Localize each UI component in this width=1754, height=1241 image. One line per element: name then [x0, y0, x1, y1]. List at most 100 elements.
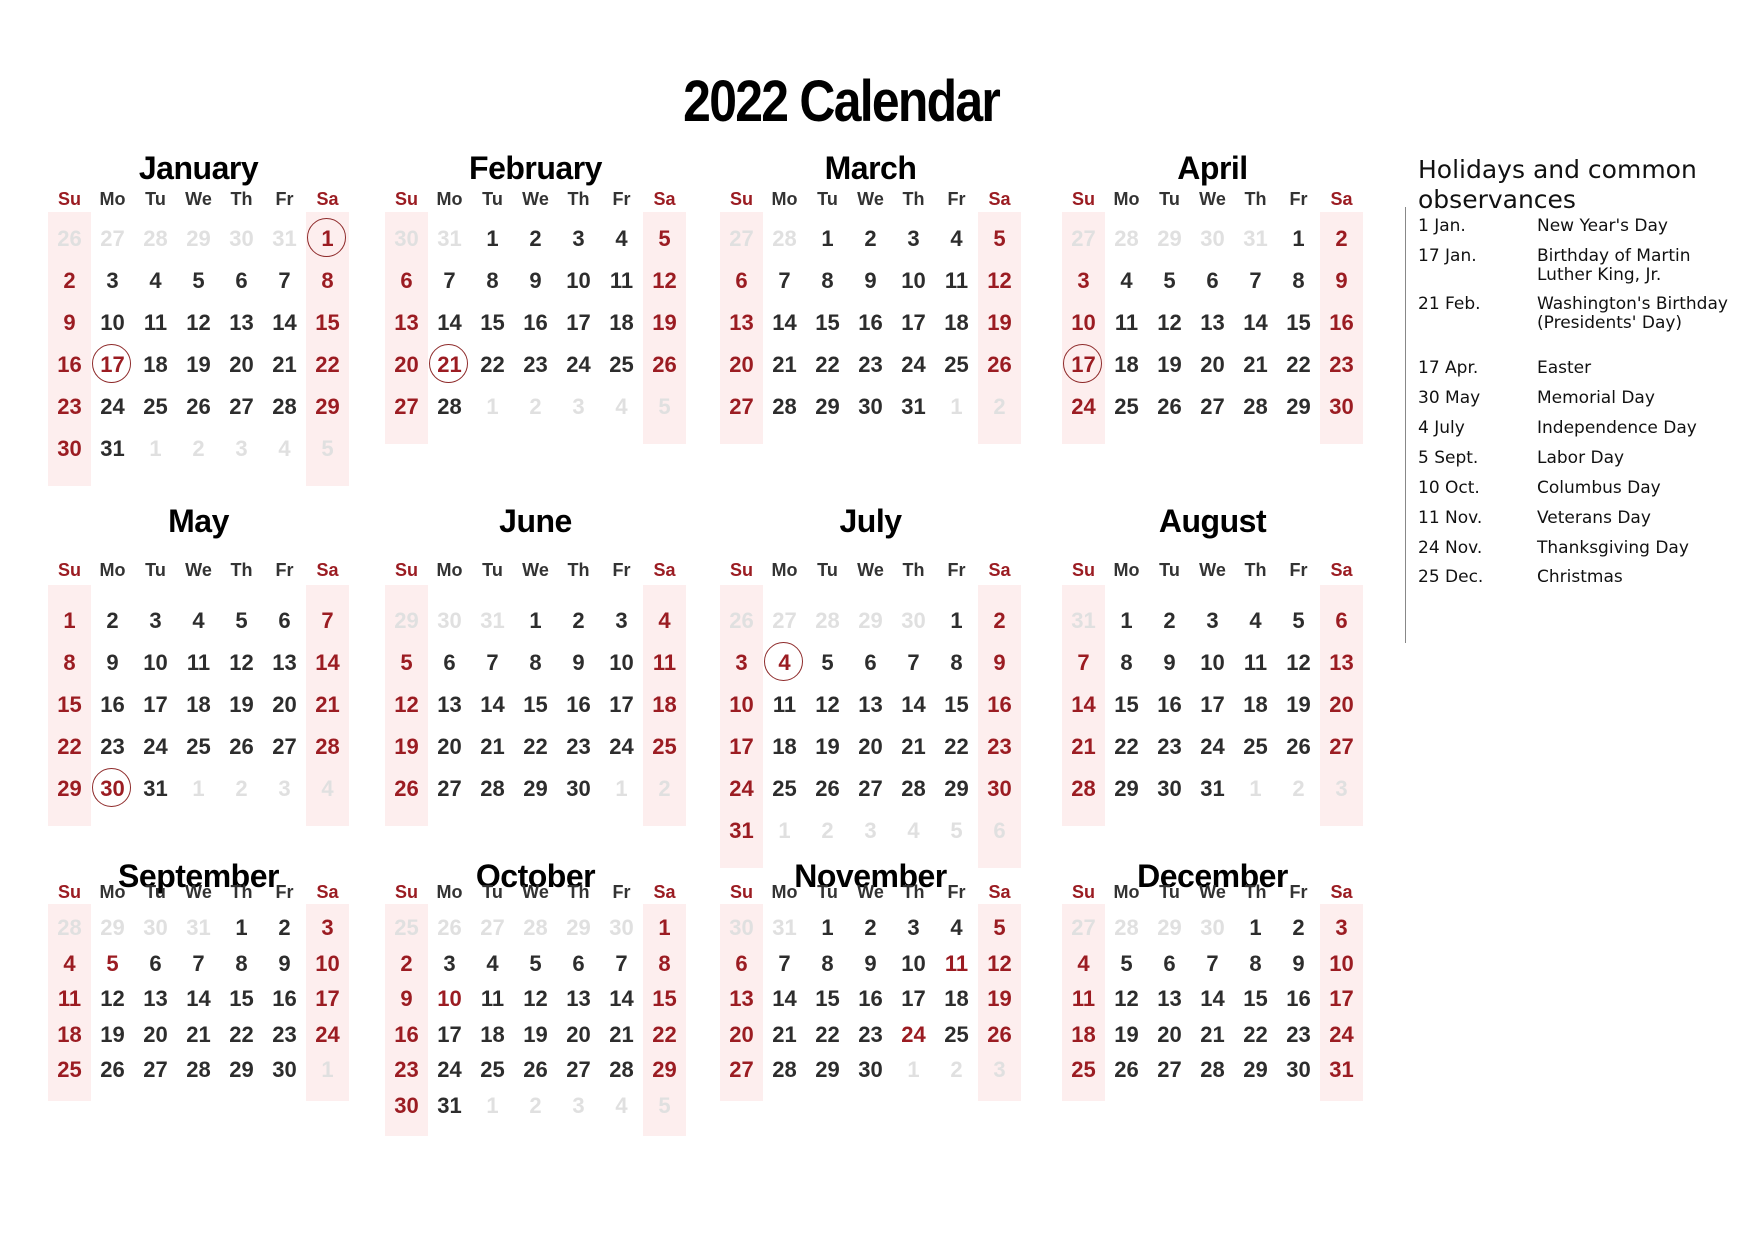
day-cell[interactable]: 23: [48, 394, 91, 420]
day-cell[interactable]: 24: [134, 734, 177, 760]
day-cell[interactable]: 14: [600, 986, 643, 1012]
day-cell[interactable]: 8: [514, 650, 557, 676]
day-cell[interactable]: 5: [177, 268, 220, 294]
day-cell[interactable]: 26: [220, 734, 263, 760]
day-cell[interactable]: 7: [1234, 268, 1277, 294]
day-cell[interactable]: 1: [48, 608, 91, 634]
day-cell[interactable]: 7: [177, 951, 220, 977]
day-cell[interactable]: 14: [1191, 986, 1234, 1012]
day-cell[interactable]: 14: [177, 986, 220, 1012]
day-cell[interactable]: 17: [1320, 986, 1363, 1012]
day-cell[interactable]: 28: [763, 394, 806, 420]
day-cell[interactable]: 25: [48, 1057, 91, 1083]
day-cell[interactable]: 25: [1105, 394, 1148, 420]
day-cell[interactable]: 5: [978, 915, 1021, 941]
day-cell[interactable]: 19: [978, 986, 1021, 1012]
day-cell[interactable]: 18: [471, 1022, 514, 1048]
day-cell[interactable]: 7: [763, 951, 806, 977]
day-cell[interactable]: 11: [643, 650, 686, 676]
day-cell[interactable]: 16: [385, 1022, 428, 1048]
day-cell[interactable]: 14: [306, 650, 349, 676]
day-cell[interactable]: 9: [849, 951, 892, 977]
day-cell[interactable]: 1: [806, 226, 849, 252]
day-cell[interactable]: 22: [806, 352, 849, 378]
day-cell[interactable]: 29: [935, 776, 978, 802]
day-cell[interactable]: 29: [306, 394, 349, 420]
day-cell[interactable]: 30: [1277, 1057, 1320, 1083]
day-cell[interactable]: 18: [935, 310, 978, 336]
day-cell[interactable]: 4: [471, 951, 514, 977]
day-cell[interactable]: 27: [849, 776, 892, 802]
day-cell[interactable]: 22: [935, 734, 978, 760]
day-cell[interactable]: 16: [48, 352, 91, 378]
day-cell[interactable]: 20: [428, 734, 471, 760]
day-cell[interactable]: 22: [1105, 734, 1148, 760]
day-cell[interactable]: 6: [557, 951, 600, 977]
day-cell[interactable]: 19: [643, 310, 686, 336]
day-cell[interactable]: 25: [1234, 734, 1277, 760]
holiday-day[interactable]: 5: [91, 951, 134, 977]
day-cell[interactable]: 12: [978, 951, 1021, 977]
day-cell[interactable]: 3: [720, 650, 763, 676]
day-cell[interactable]: 3: [306, 915, 349, 941]
day-cell[interactable]: 2: [91, 608, 134, 634]
day-cell[interactable]: 10: [134, 650, 177, 676]
day-cell[interactable]: 31: [134, 776, 177, 802]
day-cell[interactable]: 17: [428, 1022, 471, 1048]
day-cell[interactable]: 4: [48, 951, 91, 977]
day-cell[interactable]: 31: [1320, 1057, 1363, 1083]
day-cell[interactable]: 25: [935, 352, 978, 378]
day-cell[interactable]: 22: [514, 734, 557, 760]
day-cell[interactable]: 15: [471, 310, 514, 336]
day-cell[interactable]: 9: [849, 268, 892, 294]
day-cell[interactable]: 24: [306, 1022, 349, 1048]
day-cell[interactable]: 21: [263, 352, 306, 378]
day-cell[interactable]: 16: [557, 692, 600, 718]
day-cell[interactable]: 5: [978, 226, 1021, 252]
day-cell[interactable]: 12: [643, 268, 686, 294]
day-cell[interactable]: 2: [1148, 608, 1191, 634]
day-cell[interactable]: 28: [1062, 776, 1105, 802]
day-cell[interactable]: 29: [48, 776, 91, 802]
day-cell[interactable]: 20: [720, 1022, 763, 1048]
day-cell[interactable]: 20: [1320, 692, 1363, 718]
day-cell[interactable]: 21: [763, 1022, 806, 1048]
day-cell[interactable]: 8: [806, 268, 849, 294]
day-cell[interactable]: 19: [806, 734, 849, 760]
day-cell[interactable]: 2: [978, 608, 1021, 634]
day-cell[interactable]: 19: [220, 692, 263, 718]
holiday-day[interactable]: 10: [428, 986, 471, 1012]
day-cell[interactable]: 21: [1062, 734, 1105, 760]
day-cell[interactable]: 8: [471, 268, 514, 294]
day-cell[interactable]: 31: [91, 436, 134, 462]
holiday-day[interactable]: 17: [91, 344, 134, 383]
day-cell[interactable]: 4: [1234, 608, 1277, 634]
day-cell[interactable]: 22: [806, 1022, 849, 1048]
day-cell[interactable]: 19: [1105, 1022, 1148, 1048]
holiday-day[interactable]: 4: [763, 642, 806, 681]
day-cell[interactable]: 6: [220, 268, 263, 294]
day-cell[interactable]: 13: [849, 692, 892, 718]
day-cell[interactable]: 26: [978, 352, 1021, 378]
day-cell[interactable]: 16: [849, 986, 892, 1012]
day-cell[interactable]: 26: [177, 394, 220, 420]
day-cell[interactable]: 20: [849, 734, 892, 760]
day-cell[interactable]: 20: [1191, 352, 1234, 378]
day-cell[interactable]: 15: [643, 986, 686, 1012]
day-cell[interactable]: 4: [1105, 268, 1148, 294]
day-cell[interactable]: 30: [48, 436, 91, 462]
day-cell[interactable]: 1: [220, 915, 263, 941]
day-cell[interactable]: 6: [720, 268, 763, 294]
day-cell[interactable]: 2: [849, 915, 892, 941]
day-cell[interactable]: 5: [385, 650, 428, 676]
day-cell[interactable]: 25: [600, 352, 643, 378]
day-cell[interactable]: 26: [91, 1057, 134, 1083]
day-cell[interactable]: 24: [557, 352, 600, 378]
day-cell[interactable]: 15: [306, 310, 349, 336]
day-cell[interactable]: 13: [263, 650, 306, 676]
day-cell[interactable]: 10: [1320, 951, 1363, 977]
day-cell[interactable]: 7: [263, 268, 306, 294]
day-cell[interactable]: 30: [557, 776, 600, 802]
day-cell[interactable]: 21: [306, 692, 349, 718]
holiday-day[interactable]: 24: [892, 1022, 935, 1048]
